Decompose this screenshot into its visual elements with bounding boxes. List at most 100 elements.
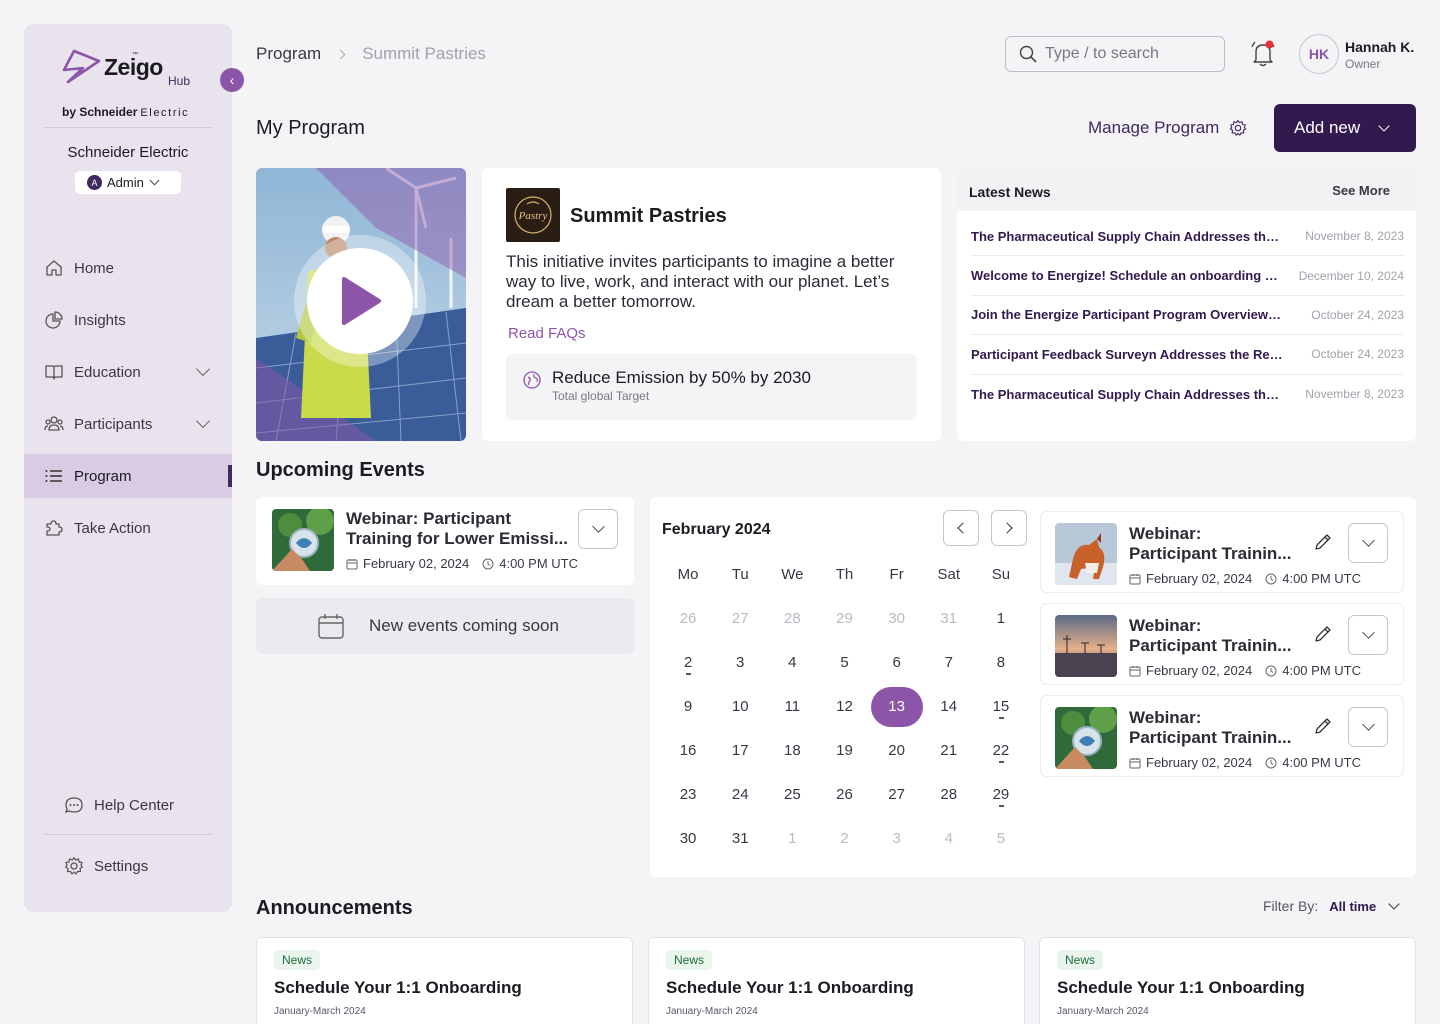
calendar-day[interactable]: 31 [714, 817, 766, 861]
calendar-day[interactable]: 15 [975, 685, 1027, 729]
sidebar-item-participants[interactable]: Participants [24, 402, 232, 446]
calendar-day[interactable]: 12 [818, 685, 870, 729]
calendar-day[interactable]: 17 [714, 729, 766, 773]
collapse-sidebar-button[interactable]: ‹ [220, 68, 244, 92]
edit-pencil-icon[interactable] [1313, 532, 1333, 552]
sidebar-item-label: Home [74, 259, 115, 277]
calendar-day[interactable]: 1 [975, 597, 1027, 641]
calendar-day[interactable]: 10 [714, 685, 766, 729]
calendar-day[interactable]: 5 [818, 641, 870, 685]
calendar-day[interactable]: 3 [871, 817, 923, 861]
calendar-day[interactable]: 9 [662, 685, 714, 729]
calendar-day[interactable]: 6 [871, 641, 923, 685]
calendar-day[interactable]: 24 [714, 773, 766, 817]
calendar-day-number: 23 [679, 786, 697, 803]
news-date: November 8, 2023 [1305, 229, 1404, 244]
calendar-day[interactable]: 28 [923, 773, 975, 817]
news-item[interactable]: Participant Feedback Surveyn Addresses t… [971, 335, 1404, 375]
sidebar-item-education[interactable]: Education [24, 350, 232, 394]
calendar-day[interactable]: 29 [975, 773, 1027, 817]
announcement-card[interactable]: News Schedule Your 1:1 Onboarding Januar… [648, 937, 1025, 1024]
calendar-day[interactable]: 2 [662, 641, 714, 685]
calendar-day[interactable]: 16 [662, 729, 714, 773]
calendar-day[interactable]: 4 [923, 817, 975, 861]
user-role: Owner [1345, 57, 1381, 71]
calendar-day[interactable]: 26 [818, 773, 870, 817]
announcement-card[interactable]: News Schedule Your 1:1 Onboarding Januar… [256, 937, 633, 1024]
event-card[interactable]: Webinar: Participant Training for Lower … [256, 497, 634, 585]
calendar-day[interactable]: 1 [766, 817, 818, 861]
event-card[interactable]: Webinar: Participant Trainin... February… [1040, 603, 1404, 685]
calendar-day[interactable]: 20 [871, 729, 923, 773]
edit-pencil-icon[interactable] [1313, 716, 1333, 736]
calendar-day[interactable]: 7 [923, 641, 975, 685]
calendar-day[interactable]: 30 [662, 817, 714, 861]
notification-bell-icon[interactable] [1247, 38, 1279, 70]
read-faqs-link[interactable]: Read FAQs [508, 325, 586, 342]
calendar-day[interactable]: 25 [766, 773, 818, 817]
calendar-day-number: 5 [996, 830, 1006, 847]
news-title: Participant Feedback Surveyn Addresses t… [971, 346, 1283, 362]
calendar-day-number: 20 [888, 742, 905, 759]
calendar-day[interactable]: 27 [871, 773, 923, 817]
calendar-month: February 2024 [662, 521, 771, 538]
manage-program-button[interactable]: Manage Program [1088, 118, 1247, 138]
sidebar-item-insights[interactable]: Insights [24, 298, 232, 342]
avatar[interactable]: HK [1299, 34, 1339, 74]
chevron-down-icon [1378, 120, 1390, 132]
calendar-day[interactable]: 4 [766, 641, 818, 685]
calendar-day[interactable]: 28 [766, 597, 818, 641]
role-badge: A [87, 175, 102, 190]
news-date: December 10, 2024 [1298, 268, 1404, 283]
calendar-day[interactable]: 14 [923, 685, 975, 729]
see-more-link[interactable]: See More [1332, 183, 1390, 198]
role-selector[interactable]: A Admin [75, 171, 181, 194]
calendar-day[interactable]: 29 [818, 597, 870, 641]
calendar-day-number: 7 [944, 654, 953, 671]
announcements-filter[interactable]: Filter By: All time [1263, 898, 1400, 914]
calendar-prev-button[interactable] [943, 510, 979, 546]
calendar-day-selected[interactable]: 13 [870, 685, 923, 729]
calendar-day[interactable]: 30 [871, 597, 923, 641]
help-center-link[interactable]: Help Center [44, 784, 212, 826]
event-card[interactable]: Webinar: Participant Trainin... February… [1040, 511, 1404, 593]
play-video-button[interactable] [307, 248, 413, 354]
calendar-day-number: 27 [731, 610, 749, 627]
settings-link[interactable]: Settings [44, 845, 212, 887]
calendar-next-button[interactable] [991, 510, 1027, 546]
calendar-day[interactable]: 18 [766, 729, 818, 773]
sidebar-item-program[interactable]: Program [24, 454, 232, 498]
news-item[interactable]: Join the Energize Participant Program Ov… [971, 296, 1404, 336]
calendar-day[interactable]: 19 [818, 729, 870, 773]
logo-hub-label: Hub [168, 74, 191, 88]
event-expand-button[interactable] [1348, 707, 1388, 747]
calendar-day[interactable]: 31 [923, 597, 975, 641]
calendar-day[interactable]: 22 [975, 729, 1027, 773]
breadcrumb-program[interactable]: Program [256, 44, 321, 64]
event-card[interactable]: Webinar: Participant Trainin... February… [1040, 695, 1404, 777]
sidebar-item-home[interactable]: Home [24, 246, 232, 290]
zeigo-hub-logo[interactable]: Zeigo ™ Hub [62, 46, 196, 94]
edit-pencil-icon[interactable] [1313, 624, 1333, 644]
calendar-day[interactable]: 26 [662, 597, 714, 641]
sidebar-item-take-action[interactable]: Take Action [24, 506, 232, 550]
event-expand-button[interactable] [1348, 523, 1388, 563]
chevron-down-icon [195, 361, 211, 377]
calendar-day[interactable]: 11 [766, 685, 818, 729]
event-expand-button[interactable] [578, 509, 618, 549]
calendar-day[interactable]: 27 [714, 597, 766, 641]
event-expand-button[interactable] [1348, 615, 1388, 655]
news-item[interactable]: Welcome to Energize! Schedule an onboard… [971, 256, 1404, 296]
calendar-day-number: 28 [940, 786, 958, 803]
calendar-day[interactable]: 21 [923, 729, 975, 773]
calendar-day[interactable]: 8 [975, 641, 1027, 685]
news-item[interactable]: The Pharmaceutical Supply Chain Addresse… [971, 375, 1404, 414]
add-new-button[interactable]: Add new [1274, 104, 1416, 152]
calendar-day[interactable]: 5 [975, 817, 1027, 861]
calendar-day[interactable]: 3 [714, 641, 766, 685]
announcement-card[interactable]: News Schedule Your 1:1 Onboarding Januar… [1039, 937, 1416, 1024]
calendar-day[interactable]: 2 [818, 817, 870, 861]
news-item[interactable]: The Pharmaceutical Supply Chain Addresse… [971, 217, 1404, 257]
calendar-day[interactable]: 23 [662, 773, 714, 817]
search-input[interactable]: Type / to search [1005, 36, 1225, 72]
